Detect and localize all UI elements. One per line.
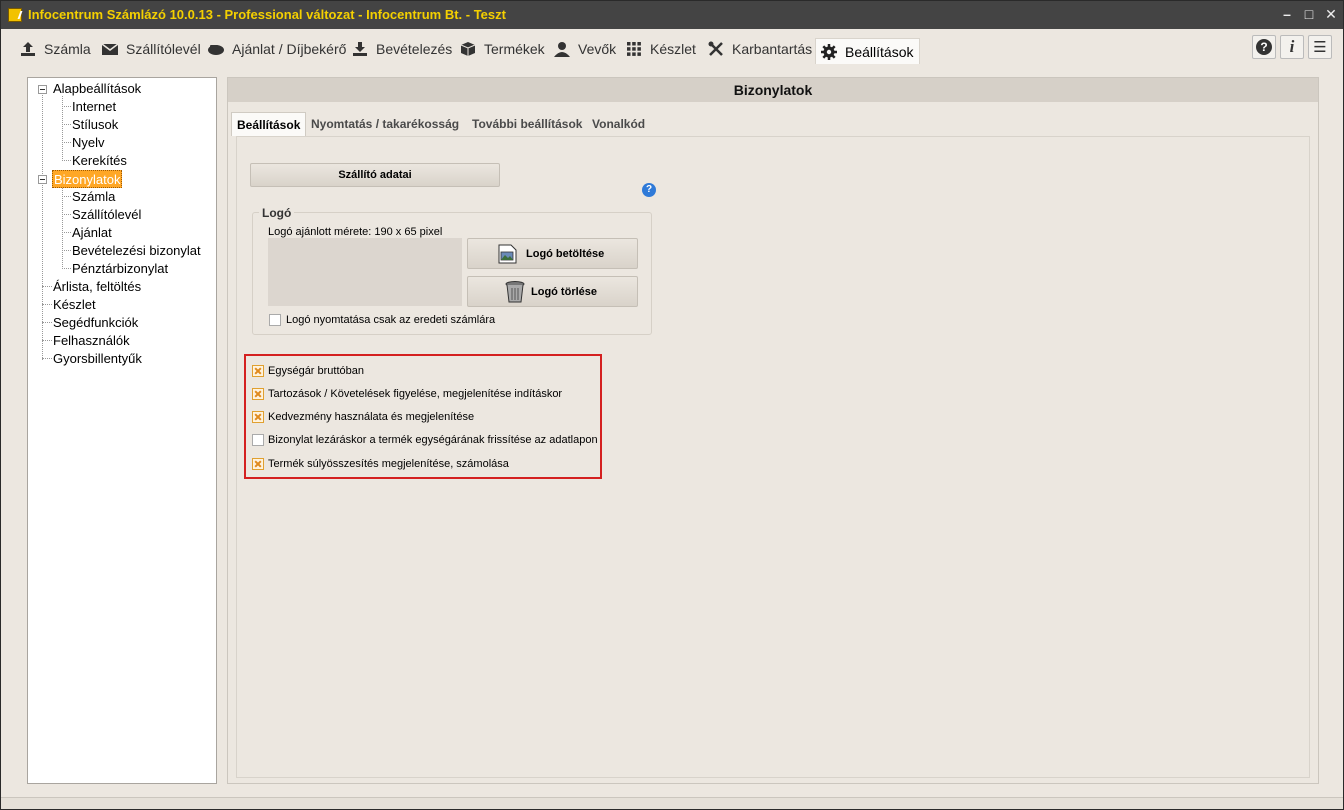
menu-label: Termékek [484,41,545,57]
upload-icon [19,40,37,58]
option-checkbox-2[interactable] [252,411,264,423]
menu-label: Készlet [650,41,696,57]
tree-item-ajanlat[interactable]: Ajánlat [72,224,112,242]
menu-label: Szállítólevél [126,41,201,57]
list-icon: ☰ [1313,39,1327,56]
help-icon[interactable]: ? [642,183,656,197]
tree-item-segedfunkciok[interactable]: Segédfunkciók [53,314,138,332]
gear-icon [820,43,838,61]
menu-szamla[interactable]: Számla [19,36,91,62]
tab-tovabbi-beallitasok[interactable]: További beállítások [467,112,587,136]
app-window: Infocentrum Számlázó 10.0.13 - Professio… [0,0,1344,810]
tab-nyomtatas[interactable]: Nyomtatás / takarékosság [306,112,464,136]
menu-label: Bevételezés [376,41,453,57]
highlighted-options-box: Egységár bruttóban Tartozások / Követelé… [244,354,602,479]
option-checkbox-0[interactable] [252,365,264,377]
menu-termekek[interactable]: Termékek [459,36,545,62]
tree-collapse-toggle[interactable] [38,85,47,94]
tree-item-felhasznalok[interactable]: Felhasználók [53,332,130,350]
settings-tree: Alapbeállítások Internet Stílusok Nyelv … [27,77,217,784]
supplier-data-button[interactable]: Szállító adatai [250,163,500,187]
tree-item-gyorsbillentyuk[interactable]: Gyorsbillentyűk [53,350,142,368]
tree-item-alapbeallitasok[interactable]: Alapbeállítások [53,80,141,98]
window-title: Infocentrum Számlázó 10.0.13 - Professio… [28,7,506,22]
logo-preview [268,238,462,306]
grid-icon [625,40,643,58]
maximize-button[interactable]: □ [1299,5,1319,23]
option-checkbox-1[interactable] [252,388,264,400]
tree-item-keszlet[interactable]: Készlet [53,296,96,314]
menu-label: Beállítások [845,43,914,60]
tree-item-penztarbizonylat[interactable]: Pénztárbizonylat [72,260,168,278]
menu-label: Karbantartás [732,41,813,57]
info-icon: i [1289,37,1295,56]
logo-size-hint: Logó ajánlott mérete: 190 x 65 pixel [268,226,443,238]
trash-icon [505,280,525,304]
help-button[interactable]: ? [1252,35,1276,59]
status-bar [1,797,1343,809]
menu-keszlet[interactable]: Készlet [625,36,696,62]
option-label-2: Kedvezmény használata és megjelenítése [268,411,475,423]
tab-panel-beallitasok: Szállító adatai ? Logó Logó ajánlott mér… [236,136,1310,778]
tree-item-bizonylatok[interactable]: Bizonylatok [52,170,123,188]
option-label-0: Egységár bruttóban [268,365,365,377]
hand-icon [207,40,225,58]
tree-item-szamla[interactable]: Számla [72,188,115,206]
logo-print-original-label: Logó nyomtatása csak az eredeti számlára [286,314,496,326]
tree-item-kerekites[interactable]: Kerekítés [72,152,127,170]
tree-item-stilusok[interactable]: Stílusok [72,116,118,134]
tree-item-bevetelezesi-bizonylat[interactable]: Bevételezési bizonylat [72,242,201,260]
tree-item-arlista[interactable]: Árlista, feltöltés [53,278,141,296]
menu-label: Ajánlat / Díjbekérő [232,41,347,57]
title-bar: Infocentrum Számlázó 10.0.13 - Professio… [1,1,1343,29]
tree-collapse-toggle[interactable] [38,175,47,184]
menu-karbantartas[interactable]: Karbantartás [707,36,812,62]
minimize-button[interactable]: – [1277,5,1297,23]
list-button[interactable]: ☰ [1308,35,1332,59]
tree-item-internet[interactable]: Internet [72,98,116,116]
info-button[interactable]: i [1280,35,1304,59]
option-checkbox-4[interactable] [252,458,264,470]
tree-item-szallitolevel[interactable]: Szállítólevél [72,206,141,224]
tab-vonalkod[interactable]: Vonalkód [587,112,650,136]
help-icon: ? [1256,39,1272,55]
envelope-icon [101,40,119,58]
box-icon [459,40,477,58]
menu-beallitasok[interactable]: Beállítások [815,38,921,64]
logo-load-button[interactable]: Logó betöltése [467,238,638,269]
image-file-icon [498,244,517,264]
settings-content-panel: Bizonylatok Beállítások Nyomtatás / taka… [227,77,1319,784]
close-button[interactable]: ✕ [1321,5,1341,23]
menu-bevetelezes[interactable]: Bevételezés [351,36,452,62]
logo-group-title: Logó [259,206,295,220]
person-icon [553,40,571,58]
option-label-3: Bizonylat lezáráskor a termék egységárán… [268,434,598,446]
menu-label: Vevők [578,41,617,57]
option-checkbox-3[interactable] [252,434,264,446]
page-title: Bizonylatok [228,78,1318,102]
tab-beallitasok[interactable]: Beállítások [231,112,307,136]
menu-ajanlat[interactable]: Ajánlat / Díjbekérő [207,36,346,62]
menu-vevok[interactable]: Vevők [553,36,616,62]
main-menubar: Számla Szállítólevél Ajánlat / Díjbekérő… [1,29,1343,65]
logo-delete-button[interactable]: Logó törlése [467,276,638,307]
app-logo-icon [8,8,22,22]
tools-icon [707,40,725,58]
menu-szallitolevel[interactable]: Szállítólevél [101,36,201,62]
menu-label: Számla [44,41,91,57]
logo-print-original-checkbox[interactable] [269,314,281,326]
option-label-4: Termék súlyösszesítés megjelenítése, szá… [268,458,509,470]
option-label-1: Tartozások / Követelések figyelése, megj… [268,388,563,400]
logo-load-label: Logó betöltése [526,248,605,260]
logo-delete-label: Logó törlése [531,286,598,298]
download-icon [351,40,369,58]
tree-item-nyelv[interactable]: Nyelv [72,134,105,152]
